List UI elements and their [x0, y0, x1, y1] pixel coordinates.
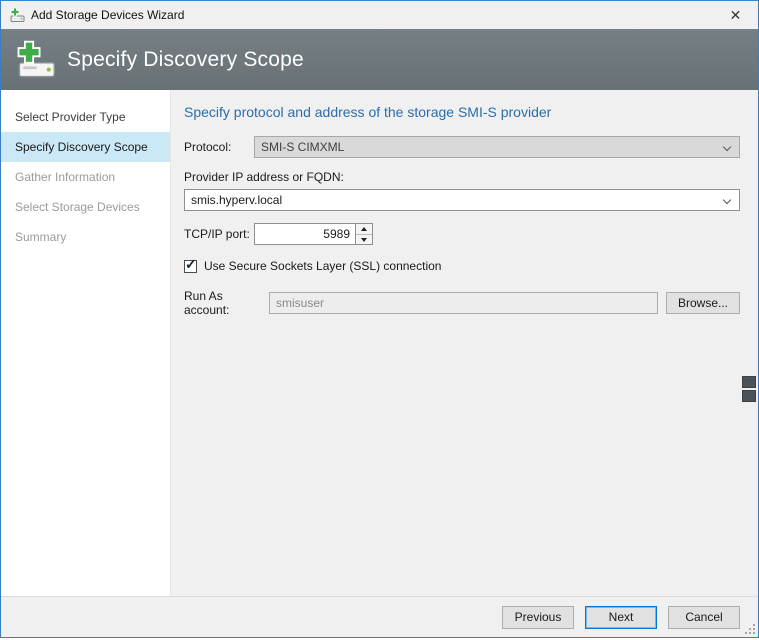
wizard-steps-sidebar: Select Provider Type Specify Discovery S… — [1, 90, 171, 596]
scrollbar-thumb[interactable] — [742, 376, 756, 388]
sidebar-item-select-provider-type[interactable]: Select Provider Type — [1, 102, 170, 132]
browse-button[interactable]: Browse... — [666, 292, 740, 314]
checkmark-icon: ✓ — [185, 257, 197, 271]
scrollbar[interactable] — [742, 376, 756, 402]
main-area: Select Provider Type Specify Discovery S… — [1, 90, 758, 596]
port-input[interactable] — [254, 223, 356, 245]
titlebar[interactable]: Add Storage Devices Wizard ✕ — [1, 1, 758, 29]
ssl-label: Use Secure Sockets Layer (SSL) connectio… — [204, 259, 441, 273]
close-button[interactable]: ✕ — [713, 1, 758, 29]
ssl-checkbox[interactable]: ✓ — [184, 260, 197, 273]
window-title: Add Storage Devices Wizard — [31, 8, 713, 22]
storage-add-icon — [13, 38, 57, 82]
footer-bar: Previous Next Cancel — [1, 596, 758, 637]
wizard-content: Specify protocol and address of the stor… — [171, 90, 758, 596]
protocol-row: Protocol: SMI-S CIMXML — [184, 136, 740, 158]
wizard-header: Specify Discovery Scope — [1, 29, 758, 90]
previous-button[interactable]: Previous — [502, 606, 574, 629]
sidebar-item-summary: Summary — [1, 222, 170, 252]
page-title: Specify Discovery Scope — [67, 48, 304, 72]
protocol-dropdown: SMI-S CIMXML — [254, 136, 740, 158]
address-input[interactable] — [185, 190, 739, 210]
sidebar-item-specify-discovery-scope[interactable]: Specify Discovery Scope — [1, 132, 170, 162]
run-as-label: Run As account: — [184, 289, 269, 317]
chevron-down-icon — [723, 143, 731, 151]
address-label: Provider IP address or FQDN: — [184, 170, 740, 184]
scrollbar-thumb[interactable] — [742, 390, 756, 402]
add-storage-devices-wizard-window: Add Storage Devices Wizard ✕ Specify Dis… — [0, 0, 759, 638]
content-heading: Specify protocol and address of the stor… — [184, 104, 740, 120]
port-row: TCP/IP port: — [184, 223, 740, 245]
run-as-row: Run As account: smisuser Browse... — [184, 289, 740, 317]
spinner-down-button[interactable] — [356, 234, 372, 244]
arrow-up-icon — [361, 227, 367, 231]
arrow-down-icon — [361, 238, 367, 242]
storage-add-icon-small — [9, 7, 25, 23]
port-spinbox — [254, 223, 373, 245]
sidebar-item-gather-information: Gather Information — [1, 162, 170, 192]
spinner-up-button[interactable] — [356, 224, 372, 234]
address-combobox — [184, 189, 740, 211]
cancel-button[interactable]: Cancel — [668, 606, 740, 629]
ssl-row: ✓ Use Secure Sockets Layer (SSL) connect… — [184, 259, 740, 273]
resize-grip[interactable] — [743, 622, 756, 635]
protocol-value: SMI-S CIMXML — [261, 140, 344, 154]
protocol-label: Protocol: — [184, 140, 254, 154]
sidebar-item-select-storage-devices: Select Storage Devices — [1, 192, 170, 222]
next-button[interactable]: Next — [585, 606, 657, 629]
run-as-field: smisuser — [269, 292, 658, 314]
port-spinner — [356, 223, 373, 245]
port-label: TCP/IP port: — [184, 227, 254, 241]
